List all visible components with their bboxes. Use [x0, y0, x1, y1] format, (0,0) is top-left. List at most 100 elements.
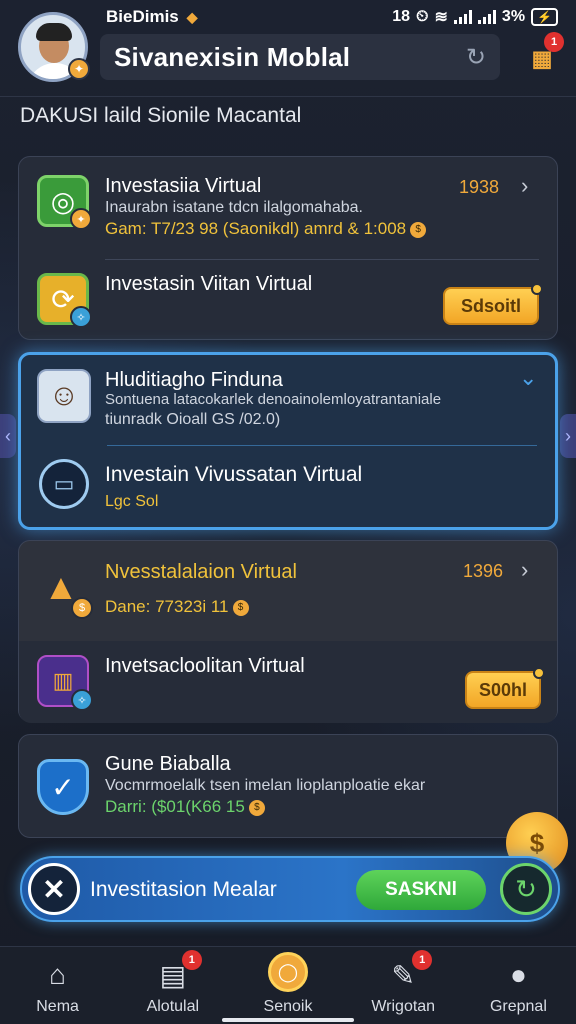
item-title: Hluditiagho Finduna: [105, 369, 283, 391]
machine-icon: ▥ ✧: [37, 655, 93, 711]
claim-button-label: Sdsoitl: [460, 295, 521, 316]
page-title: Sivanexisin Moblal: [114, 41, 351, 72]
signal-icon: [453, 10, 472, 24]
scroll-left-icon[interactable]: ‹: [0, 414, 16, 458]
home-icon: ⌂: [49, 959, 67, 990]
nav-label: Nema: [36, 998, 79, 1015]
signal-2-icon: [477, 10, 496, 24]
item-description: Vocmrmoelalk tsen imelan lioplanploatie …: [105, 777, 426, 794]
item-description: Inaurabn isatane tdcn ilalgomahaba.: [105, 199, 363, 216]
status-app: BieDimis ◆: [106, 7, 198, 27]
item-description: Lgc Sol: [105, 493, 159, 510]
row-divider: [107, 445, 537, 446]
gift-badge: 1: [544, 32, 564, 52]
item-description-2: tiunradk Oioall GS /02.0): [105, 411, 281, 428]
nav-label: Wrigotan: [371, 998, 436, 1015]
nav-item-home[interactable]: ⌂ Nema: [0, 947, 115, 1024]
promo-banner: ✕ Investitasion Mealar SASKNl ↻: [20, 856, 560, 922]
item-earnings-text: Darri: ($01(K66 15: [105, 797, 245, 816]
list-item[interactable]: ⟳ ✧ Investasin Viitan Virtual Sdsoitl: [19, 261, 557, 339]
news-icon: ▤ 1: [156, 950, 202, 992]
nav-label: Grepnal: [489, 998, 547, 1015]
nav-item-news[interactable]: ▤ 1 Alotulal: [115, 947, 230, 1024]
coin-badge-icon: ✦: [70, 208, 92, 230]
coin-icon: $: [410, 221, 427, 238]
message-icon: ✎ 1: [386, 950, 433, 992]
shield-check-icon: ✓: [37, 759, 89, 815]
refresh-circle-icon[interactable]: ↻: [500, 863, 552, 915]
nav-item-messages[interactable]: ✎ 1 Wrigotan: [346, 947, 461, 1024]
status-indicators: 18 ⏲ ≋ 3% ⚡: [392, 7, 558, 27]
nav-badge: 1: [181, 950, 202, 970]
spin-icon: ⟳ ✧: [37, 273, 92, 328]
chevron-down-icon[interactable]: ⌄: [519, 365, 537, 391]
item-title: Nvesstalalaion Virtual: [105, 561, 297, 583]
coin-icon: $: [248, 799, 265, 816]
nav-label: Senoik: [263, 998, 313, 1015]
investment-card-selected: ☺ Hluditiagho Finduna Sontuena latacokar…: [18, 352, 558, 530]
nav-label: Alotulal: [146, 998, 200, 1015]
item-earnings: Dane: 77323i 11 $: [105, 597, 249, 617]
list-item[interactable]: ▥ ✧ Invetsacloolitan Virtual S00hl: [19, 641, 557, 723]
header-divider: [0, 96, 576, 97]
list-item[interactable]: ☺ Hluditiagho Finduna Sontuena latacokar…: [21, 355, 555, 441]
investment-card-4[interactable]: ✓ Gune Biaballa Vocmrmoelalk tsen imelan…: [18, 734, 558, 838]
item-description: Sontuena latacokarlek denoainolemloyatra…: [105, 391, 442, 408]
status-time: 18: [392, 8, 411, 25]
item-title: Investasin Viitan Virtual: [105, 273, 313, 295]
folder-icon: ▭: [39, 459, 89, 509]
chevron-right-icon[interactable]: ›: [521, 557, 528, 583]
profile-avatar[interactable]: ✦: [18, 12, 90, 82]
item-number: 1396: [463, 561, 504, 581]
item-earnings-text: Dane: 77323i 11: [105, 597, 229, 616]
item-earnings-text: Gam: T7/23 98 (Saonikdl) amrd & 1:008: [105, 219, 407, 238]
refresh-icon[interactable]: ↻: [466, 43, 486, 72]
nav-item-coin[interactable]: ◯ Senoik: [230, 947, 345, 1024]
close-icon[interactable]: ✕: [28, 863, 80, 915]
gift-button[interactable]: ▦ 1: [526, 32, 564, 74]
item-earnings: Gam: T7/23 98 (Saonikdl) amrd & 1:008 $: [105, 219, 427, 239]
item-number: 1938: [459, 177, 500, 197]
avatar-hair: [36, 23, 72, 41]
target-icon: ◎ ✦: [37, 175, 92, 230]
battery-icon: ⚡: [531, 8, 558, 26]
banner-action-button[interactable]: SASKNl: [356, 870, 486, 910]
notification-dot: [533, 667, 545, 679]
diamond-icon: ◆: [186, 8, 198, 25]
claim-button-label: S00hl: [478, 679, 528, 700]
item-title: Investain Vivussatan Virtual: [105, 463, 363, 486]
nav-item-profile[interactable]: ● Grepnal: [461, 947, 576, 1024]
wifi-icon: ≋: [434, 9, 448, 26]
chevron-right-icon[interactable]: ›: [521, 173, 528, 199]
star-badge-icon: ✧: [71, 689, 93, 711]
person-icon: ☺: [48, 379, 80, 412]
status-app-name: BieDimis: [106, 7, 179, 26]
title-bar: Sivanexisin Moblal ↻: [100, 34, 500, 80]
claim-button[interactable]: S00hl: [465, 667, 545, 709]
home-indicator: [222, 1018, 354, 1022]
item-title: Invetsacloolitan Virtual: [105, 655, 305, 677]
item-earnings: Darri: ($01(K66 15 $: [105, 797, 265, 817]
bottom-nav: ⌂ Nema ▤ 1 Alotulal ◯ Senoik ✎ 1 Wrigota…: [0, 946, 576, 1024]
coin-badge-icon: $: [71, 597, 93, 619]
row-divider: [105, 259, 539, 260]
chart-up-icon: ▲ $: [35, 561, 93, 619]
list-item[interactable]: ◎ ✦ Investasiia Virtual Inaurabn isatane…: [19, 157, 557, 257]
notification-dot: [531, 283, 543, 295]
claim-button[interactable]: Sdsoitl: [443, 283, 543, 325]
banner-text: Investitasion Mealar: [90, 878, 277, 901]
star-badge-icon: ✧: [70, 306, 92, 328]
coin-icon: ◯: [268, 952, 308, 992]
coin-icon: $: [232, 599, 249, 616]
scroll-right-icon[interactable]: ›: [560, 414, 576, 458]
item-title: Investasiia Virtual: [105, 175, 262, 197]
nav-badge: 1: [412, 950, 433, 970]
alarm-icon: ⏲: [416, 8, 429, 25]
profile-icon: ●: [509, 959, 527, 990]
list-item[interactable]: ▲ $ Nvesstalalaion Virtual Dane: 77323i …: [19, 541, 557, 641]
coin-badge-icon: ✦: [68, 58, 90, 80]
section-subheader: DAKUSI laild Sionile Macantal: [20, 104, 302, 127]
user-avatar-icon: ☺: [37, 369, 91, 423]
list-item[interactable]: ▭ Investain Vivussatan Virtual Lgc Sol: [21, 449, 555, 529]
battery-percent: 3%: [501, 8, 526, 25]
